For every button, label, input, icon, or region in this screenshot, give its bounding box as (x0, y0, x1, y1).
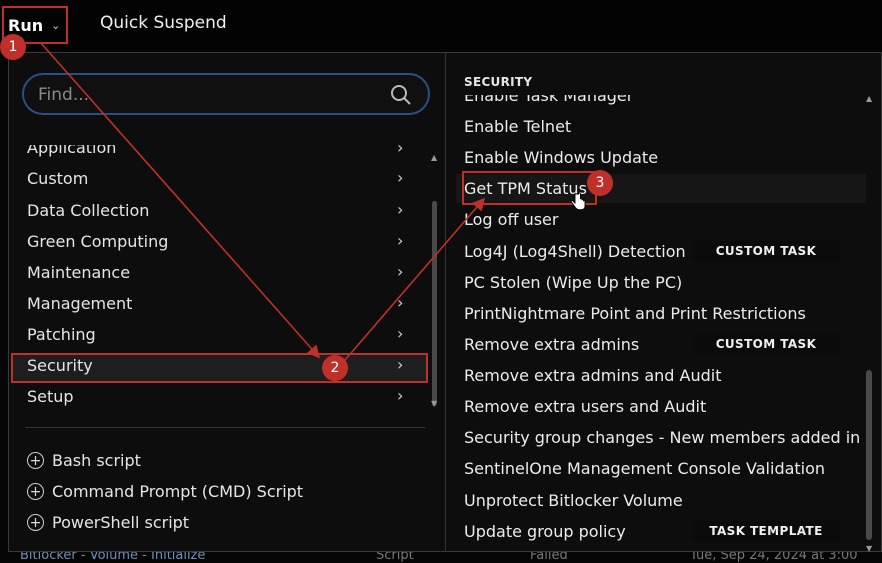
quick-suspend-button[interactable]: Quick Suspend (100, 13, 227, 33)
task-item[interactable]: Security group changes - New members add… (464, 428, 871, 447)
run-label: Run (8, 15, 44, 35)
category-green-computing[interactable]: Green Computing (27, 232, 168, 251)
annotation-marker-2: 2 (322, 355, 348, 381)
chevron-right-icon: › (397, 262, 404, 281)
scroll-down-arrow-icon[interactable]: ▼ (866, 544, 872, 553)
task-scrollbar[interactable] (866, 370, 872, 540)
task-item[interactable]: Unprotect Bitlocker Volume (464, 491, 683, 510)
search-field[interactable]: Find... (22, 73, 430, 115)
search-input[interactable]: Find... (38, 85, 89, 105)
task-item[interactable]: Remove extra users and Audit (464, 397, 706, 416)
task-item[interactable]: Log off user (464, 210, 558, 229)
chevron-right-icon: › (397, 168, 404, 187)
category-pane: Find... Application › Custom › Data Coll… (9, 53, 445, 551)
task-item[interactable]: Log4J (Log4Shell) Detection (464, 242, 686, 261)
chevron-right-icon: › (397, 200, 404, 219)
category-application[interactable]: Application (27, 145, 116, 157)
plus-circle-icon: + (27, 483, 44, 500)
divider (25, 427, 425, 428)
chevron-right-icon: › (397, 355, 404, 374)
add-cmd-script[interactable]: + Command Prompt (CMD) Script (27, 482, 303, 501)
annotation-marker-3: 3 (587, 170, 613, 196)
scroll-up-arrow-icon[interactable]: ▲ (866, 94, 872, 103)
plus-circle-icon: + (27, 514, 44, 531)
add-cmd-script-label: Command Prompt (CMD) Script (52, 482, 304, 501)
category-management[interactable]: Management (27, 294, 132, 313)
chevron-right-icon: › (397, 138, 404, 157)
top-toolbar: Run ⌄ Quick Suspend (0, 0, 882, 50)
section-title: SECURITY (464, 75, 533, 89)
task-item[interactable]: Remove extra admins (464, 335, 639, 354)
task-list: Enable Task Manager Enable Telnet Enable… (446, 95, 871, 547)
category-security[interactable]: Security (27, 356, 93, 375)
plus-circle-icon: + (27, 452, 44, 469)
hand-cursor-icon (570, 192, 586, 211)
category-patching[interactable]: Patching (27, 325, 96, 344)
add-powershell-script[interactable]: + PowerShell script (27, 513, 189, 532)
task-item[interactable]: Enable Telnet (464, 117, 571, 136)
chevron-right-icon: › (397, 231, 404, 250)
task-item[interactable]: Update group policy (464, 522, 626, 541)
add-bash-script[interactable]: + Bash script (27, 451, 141, 470)
category-maintenance[interactable]: Maintenance (27, 263, 130, 282)
add-powershell-script-label: PowerShell script (52, 513, 190, 532)
scroll-up-arrow-icon[interactable]: ▲ (431, 153, 437, 162)
custom-task-badge: CUSTOM TASK (691, 241, 841, 261)
task-item[interactable]: PrintNightmare Point and Print Restricti… (464, 304, 806, 323)
chevron-right-icon: › (397, 386, 404, 405)
chevron-right-icon: › (397, 324, 404, 343)
custom-task-badge: CUSTOM TASK (691, 334, 841, 354)
category-scrollbar[interactable] (432, 201, 437, 406)
category-data-collection[interactable]: Data Collection (27, 201, 149, 220)
run-dropdown-panel: Find... Application › Custom › Data Coll… (8, 52, 882, 552)
chevron-right-icon: › (397, 293, 404, 312)
category-setup[interactable]: Setup (27, 387, 74, 406)
task-item-partial[interactable]: Enable Task Manager (464, 95, 633, 105)
task-item[interactable]: Remove extra admins and Audit (464, 366, 722, 385)
search-icon[interactable] (390, 84, 412, 106)
annotation-marker-1: 1 (0, 34, 26, 60)
scroll-down-arrow-icon[interactable]: ▼ (431, 399, 437, 408)
add-bash-script-label: Bash script (52, 451, 141, 470)
chevron-down-icon: ⌄ (51, 18, 61, 32)
task-item[interactable]: PC Stolen (Wipe Up the PC) (464, 273, 682, 292)
task-item[interactable]: Enable Windows Update (464, 148, 658, 167)
category-custom[interactable]: Custom (27, 169, 88, 188)
task-item[interactable]: SentinelOne Management Console Validatio… (464, 459, 825, 478)
task-template-badge: TASK TEMPLATE (691, 521, 841, 541)
